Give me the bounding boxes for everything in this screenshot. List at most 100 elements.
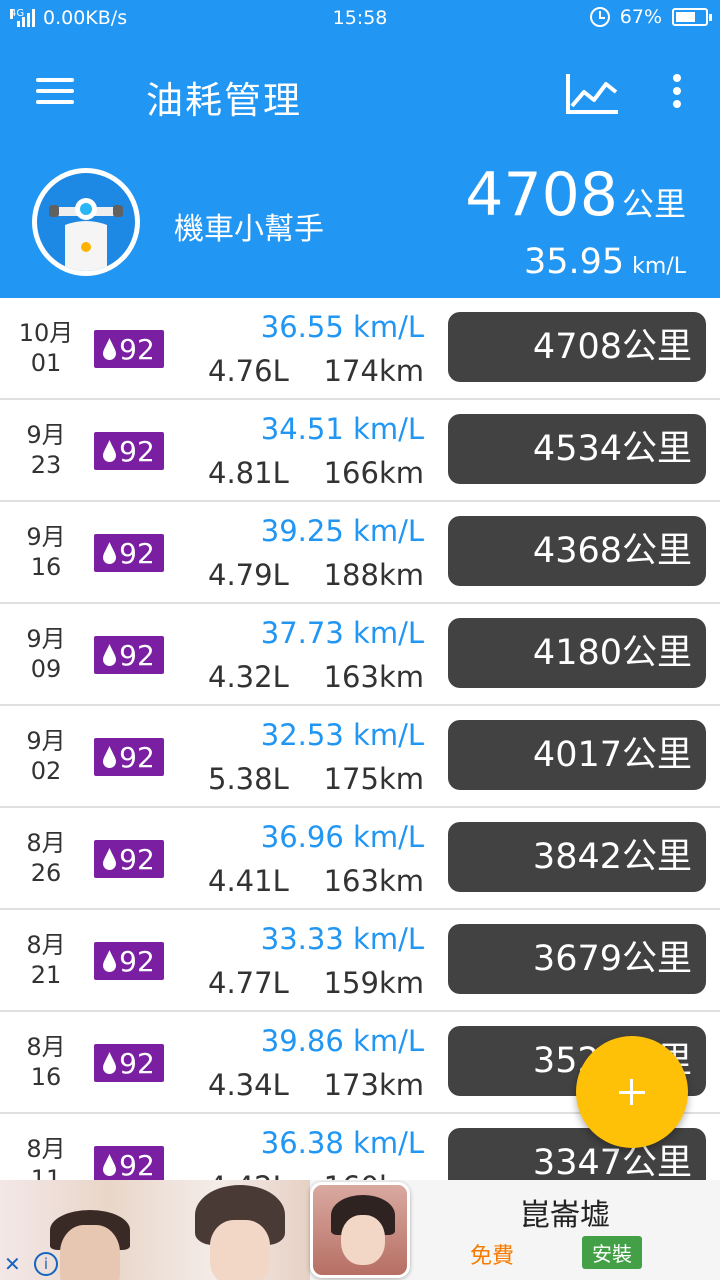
record-date: 8月 26 (14, 828, 78, 888)
record-efficiency: 32.53 km/L (260, 718, 424, 752)
record-month: 9月 (26, 421, 66, 449)
close-icon[interactable]: ✕ (4, 1252, 21, 1276)
record-day: 09 (30, 655, 62, 683)
record-liters: 4.79L (208, 558, 289, 592)
ad-price-label: 免費 (470, 1244, 515, 1269)
avg-efficiency-value: 35.95 (523, 242, 625, 282)
list-item[interactable]: 9月 02 92 32.53 km/L 5.38L 175km 4017公里 (0, 706, 720, 808)
list-item[interactable]: 8月 21 92 33.33 km/L 4.77L 159km 3679公里 (0, 910, 720, 1012)
odometer-pill: 4180公里 (448, 618, 706, 688)
fuel-grade: 92 (119, 1046, 155, 1080)
fuel-type-badge: 92 (94, 942, 164, 980)
record-efficiency: 37.73 km/L (260, 616, 424, 650)
record-distance: 163km (323, 660, 424, 694)
record-day: 26 (30, 859, 62, 887)
alarm-icon (589, 7, 610, 27)
fuel-type-badge: 92 (94, 738, 164, 776)
record-liters: 5.38L (208, 762, 289, 796)
record-liters: 4.32L (208, 660, 289, 694)
ad-banner[interactable]: ✕ i 崑崙墟 免費 安裝 (0, 1180, 720, 1280)
battery-percent: 67% (619, 6, 662, 28)
record-day: 16 (30, 553, 62, 581)
record-month: 9月 (26, 523, 66, 551)
odometer-pill: 3347公里 (448, 1128, 706, 1180)
hamburger-menu-icon[interactable] (36, 78, 76, 108)
record-date: 8月 21 (14, 930, 78, 990)
record-month: 8月 (26, 829, 66, 857)
scooter-icon (37, 173, 135, 271)
record-liters: 4.81L (208, 456, 289, 490)
ad-app-icon[interactable] (310, 1182, 410, 1278)
fuel-grade: 92 (119, 1148, 155, 1181)
odometer-pill: 4534公里 (448, 414, 706, 484)
more-vertical-icon[interactable] (666, 74, 688, 114)
fuel-grade: 92 (119, 638, 155, 672)
record-month: 9月 (26, 625, 66, 653)
fuel-drop-icon (103, 338, 117, 360)
add-record-button[interactable] (576, 1036, 688, 1148)
list-item[interactable]: 10月 01 92 36.55 km/L 4.76L 174km 4708公里 (0, 298, 720, 400)
record-distance: 188km (323, 558, 424, 592)
record-day: 16 (30, 1063, 62, 1091)
record-day: 21 (30, 961, 62, 989)
info-icon[interactable]: i (34, 1252, 58, 1276)
fuel-grade: 92 (119, 740, 155, 774)
line-chart-icon[interactable] (562, 70, 622, 118)
ad-install-button[interactable]: 安裝 (582, 1236, 642, 1269)
fuel-type-badge: 92 (94, 840, 164, 878)
record-date: 9月 02 (14, 726, 78, 786)
list-item[interactable]: 9月 23 92 34.51 km/L 4.81L 166km 4534公里 (0, 400, 720, 502)
fuel-type-badge: 92 (94, 1146, 164, 1180)
fuel-type-badge: 92 (94, 330, 164, 368)
fuel-grade: 92 (119, 944, 155, 978)
fuel-drop-icon (103, 848, 117, 870)
app-header: 油耗管理 機車小幫手 4708 公里 35.95 km/L (0, 36, 720, 298)
record-date: 10月 01 (14, 318, 78, 378)
odometer-pill: 4017公里 (448, 720, 706, 790)
record-date: 8月 16 (14, 1032, 78, 1092)
total-distance: 4708 公里 (465, 160, 686, 230)
record-efficiency: 34.51 km/L (260, 412, 424, 446)
total-km-value: 4708 (465, 160, 618, 230)
record-liters: 4.42L (208, 1170, 289, 1180)
record-distance: 163km (323, 864, 424, 898)
record-month: 8月 (26, 1033, 66, 1061)
record-day: 01 (30, 349, 62, 377)
fuel-type-badge: 92 (94, 432, 164, 470)
record-distance: 174km (323, 354, 424, 388)
page-title: 油耗管理 (146, 79, 302, 122)
fuel-drop-icon (103, 644, 117, 666)
record-efficiency: 36.38 km/L (260, 1126, 424, 1160)
odometer-pill: 4368公里 (448, 516, 706, 586)
record-liters: 4.41L (208, 864, 289, 898)
fuel-drop-icon (103, 1052, 117, 1074)
record-efficiency: 39.25 km/L (260, 514, 424, 548)
total-km-unit: 公里 (621, 185, 686, 223)
record-month: 8月 (26, 1135, 66, 1163)
record-date: 9月 23 (14, 420, 78, 480)
fuel-grade: 92 (119, 536, 155, 570)
record-liters: 4.76L (208, 354, 289, 388)
list-item[interactable]: 8月 26 92 36.96 km/L 4.41L 163km 3842公里 (0, 808, 720, 910)
fuel-grade: 92 (119, 332, 155, 366)
average-efficiency: 35.95 km/L (524, 242, 686, 282)
record-date: 8月 11 (14, 1134, 78, 1180)
record-distance: 173km (323, 1068, 424, 1102)
fuel-grade: 92 (119, 842, 155, 876)
record-distance: 160km (324, 1170, 424, 1180)
list-item[interactable]: 9月 09 92 37.73 km/L 4.32L 163km 4180公里 (0, 604, 720, 706)
battery-icon (672, 8, 712, 26)
fuel-drop-icon (103, 542, 117, 564)
avatar[interactable] (32, 168, 140, 276)
record-liters: 4.77L (208, 966, 289, 1000)
record-month: 10月 (18, 319, 74, 347)
record-distance: 159km (323, 966, 424, 1000)
status-bar: 4G 0.00KB/s 15:58 67% (0, 0, 720, 36)
record-efficiency: 36.55 km/L (260, 310, 424, 344)
ad-title: 崑崙墟 (520, 1198, 610, 1233)
odometer-pill: 3679公里 (448, 924, 706, 994)
status-right: 67% (589, 6, 712, 28)
list-item[interactable]: 9月 16 92 39.25 km/L 4.79L 188km 4368公里 (0, 502, 720, 604)
vehicle-name: 機車小幫手 (174, 212, 324, 247)
fuel-drop-icon (103, 1154, 117, 1176)
